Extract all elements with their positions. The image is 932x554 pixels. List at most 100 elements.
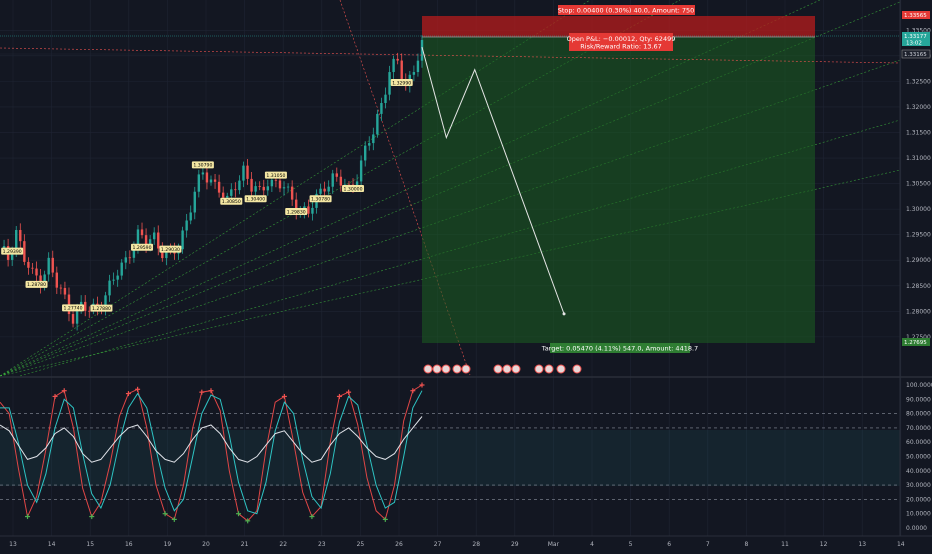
candle-body: [278, 180, 282, 189]
candle-body: [250, 178, 253, 192]
time-tick-label: 16: [125, 541, 133, 548]
candle-body: [47, 257, 50, 275]
projection-end-point: [562, 312, 566, 316]
event-flag-icon[interactable]: [452, 364, 462, 374]
candle-body: [327, 186, 330, 192]
swing-marker-label: 1.29590: [133, 245, 152, 251]
candle-body: [392, 58, 395, 73]
candle-body: [290, 186, 294, 200]
stop-label[interactable]: Stop: 0.00400 (0.30%) 40.0, Amount: 750: [558, 5, 695, 15]
candle-body: [55, 272, 59, 288]
candle-body: [88, 310, 91, 312]
candle-body: [376, 113, 379, 135]
candle-body: [213, 179, 217, 182]
candle-body: [323, 188, 326, 192]
event-flag-icon[interactable]: [461, 364, 471, 374]
swing-marker-label: 1.29390: [3, 249, 22, 255]
candle-body: [27, 261, 30, 268]
swing-marker-label: 1.30400: [246, 197, 265, 203]
oscillator-tick-label: 60.0000: [906, 439, 931, 446]
time-tick-label: 8: [744, 541, 748, 548]
event-flag-icon[interactable]: [556, 364, 566, 374]
candle-body: [71, 314, 75, 324]
event-flag-icon[interactable]: [502, 364, 512, 374]
candle-body: [51, 257, 54, 273]
target-price-tag: 1.27695: [902, 338, 930, 346]
countdown-value: 13:02: [906, 41, 922, 47]
event-flag-icon[interactable]: [441, 364, 451, 374]
event-flag-icon[interactable]: [572, 364, 582, 374]
event-flag-icon[interactable]: [432, 364, 442, 374]
swing-marker-label: 1.30850: [222, 199, 241, 205]
candle-body: [23, 241, 26, 262]
candle-body: [311, 207, 314, 214]
candle-body: [63, 288, 67, 295]
last-price-tag: 1.33177 13:02: [902, 32, 930, 47]
swing-marker-label: 1.31050: [266, 173, 285, 179]
candle-body: [84, 301, 87, 311]
swing-marker: 1.30850: [220, 197, 243, 205]
candle-body: [396, 58, 399, 61]
oscillator-tick-label: 10.0000: [906, 511, 931, 518]
candle-body: [372, 134, 375, 144]
candle-body: [412, 72, 416, 75]
last-price-value: 1.33177: [904, 34, 927, 40]
swing-marker-label: 1.28780: [27, 282, 46, 288]
swing-marker-label: 1.32990: [392, 80, 411, 86]
candle-body: [189, 212, 192, 221]
time-tick-label: 11: [781, 541, 789, 548]
event-flag-icon[interactable]: [534, 364, 544, 374]
target-label[interactable]: Target: 0.05470 (4.11%) 547.0, Amount: 4…: [541, 343, 698, 353]
oscillator-tick-label: 20.0000: [906, 496, 931, 503]
candle-body: [242, 165, 245, 181]
candle-body: [400, 60, 403, 79]
swing-marker: 1.30790: [191, 161, 214, 169]
price-tick-label: 1.32000: [906, 104, 931, 111]
price-tick-label: 1.29500: [906, 232, 931, 239]
swing-marker-label: 1.27880: [92, 306, 111, 312]
oscillator-band: [0, 430, 900, 486]
swing-marker: 1.30000: [342, 185, 365, 192]
trading-chart[interactable]: 1.29390 1.28780 1.27740 1.27880 1.29590 1.290…: [0, 0, 932, 550]
swing-marker: 1.31050: [264, 171, 287, 179]
swing-marker: 1.29590: [131, 243, 154, 251]
time-tick-label: 6: [667, 541, 671, 548]
oscillator-tick-label: 80.0000: [906, 411, 931, 418]
price-tick-label: 1.30500: [906, 181, 931, 188]
candle-body: [59, 287, 63, 289]
event-flag-icon[interactable]: [493, 364, 503, 374]
swing-marker: 1.27740: [62, 304, 85, 312]
oscillator-tick-label: 100.0000: [906, 382, 932, 389]
event-flag-icon[interactable]: [544, 364, 554, 374]
time-tick-label: 15: [86, 541, 94, 548]
time-tick-label: 4: [590, 541, 594, 548]
swing-marker-label: 1.29830: [287, 209, 306, 215]
event-flag-icon[interactable]: [511, 364, 521, 374]
stop-price-value: 1.33565: [904, 13, 927, 19]
candle-body: [116, 275, 119, 280]
candle-body: [201, 172, 205, 175]
time-tick-label: 5: [629, 541, 633, 548]
candle-body: [193, 191, 196, 213]
swing-marker-label: 1.27740: [64, 306, 83, 312]
candle-body: [238, 180, 241, 191]
candle-body: [226, 195, 229, 198]
time-tick-label: 29: [511, 541, 519, 548]
event-flag-icon[interactable]: [423, 364, 433, 374]
target-price-value: 1.27695: [904, 340, 927, 346]
time-tick-label: 14: [897, 541, 905, 548]
price-tick-label: 1.30000: [906, 206, 931, 213]
stop-price-tag: 1.33565: [902, 11, 930, 19]
swing-marker: 1.28780: [25, 280, 48, 288]
candle-body: [221, 192, 225, 198]
candle-body: [274, 179, 278, 181]
entry-price-tag: 1.33165: [901, 49, 931, 59]
open-pnl-label[interactable]: Open P&L: −0.00012, Qty: 62499 Risk/Rewa…: [567, 33, 676, 51]
time-tick-label: 27: [434, 541, 442, 548]
price-tick-label: 1.28500: [906, 283, 931, 290]
time-tick-label: 28: [472, 541, 480, 548]
candle-body: [363, 145, 367, 161]
stop-text: Stop: 0.00400 (0.30%) 40.0, Amount: 750: [558, 7, 695, 15]
profit-target-zone[interactable]: [422, 37, 815, 343]
chart-svg[interactable]: 1.29390 1.28780 1.27740 1.27880 1.29590 1.290…: [0, 0, 932, 550]
